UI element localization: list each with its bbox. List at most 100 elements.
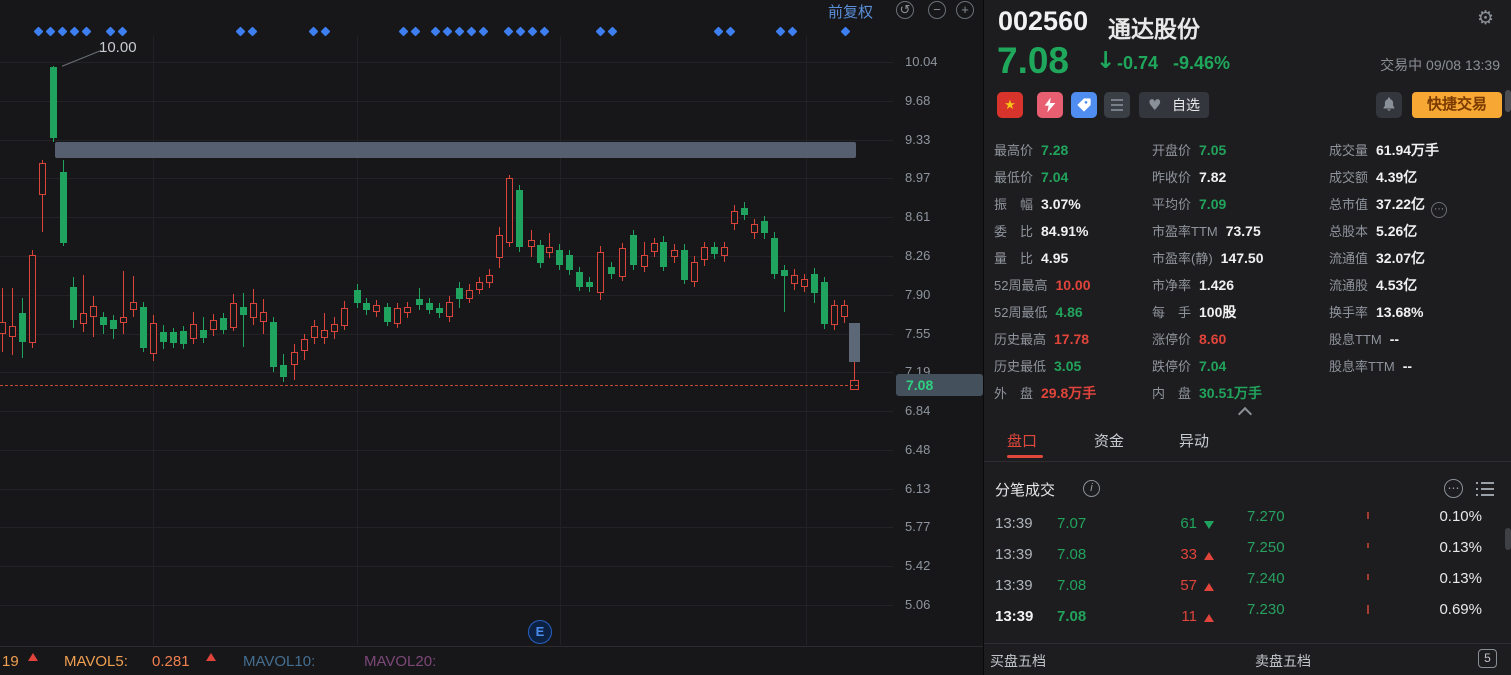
zoom-in-icon[interactable]: + xyxy=(956,1,974,19)
stat-label: 历史最低 xyxy=(994,359,1047,374)
event-marker-icon[interactable] xyxy=(515,26,526,37)
event-marker-icon[interactable] xyxy=(398,26,409,37)
event-marker-icon[interactable] xyxy=(840,26,851,37)
candle-body xyxy=(618,248,626,277)
trade-price: 7.07 xyxy=(1057,515,1087,532)
candle-body xyxy=(372,305,380,312)
event-marker-icon[interactable] xyxy=(430,26,441,37)
sell-five-levels-label[interactable]: 卖盘五档 xyxy=(1255,651,1311,671)
candle-body xyxy=(189,323,197,339)
stat-涨停价: 涨停价 8.60 xyxy=(1152,329,1226,353)
level-percent: 0.13% xyxy=(1439,539,1482,556)
event-marker-icon[interactable] xyxy=(320,26,331,37)
undo-icon[interactable]: ↺ xyxy=(896,1,914,19)
scrollbar-thumb[interactable] xyxy=(1505,528,1511,550)
gear-icon[interactable]: ⚙ xyxy=(1477,8,1497,28)
mavol10-label[interactable]: MAVOL10: xyxy=(243,653,315,670)
candle-wick xyxy=(549,233,550,259)
event-marker-icon[interactable] xyxy=(81,26,92,37)
candlestick-plot[interactable] xyxy=(0,0,893,645)
event-e-icon[interactable]: E xyxy=(528,620,552,644)
stat-label: 最高价 xyxy=(994,143,1034,158)
stat-value: 17.78 xyxy=(1054,331,1090,347)
watchlist-label: 自选 xyxy=(1172,97,1200,113)
trade-volume: 11 xyxy=(1181,608,1197,625)
tab-异动[interactable]: 异动 xyxy=(1179,430,1209,451)
stat-label: 最低价 xyxy=(994,170,1034,185)
event-marker-icon[interactable] xyxy=(454,26,465,37)
alert-bell-icon[interactable] xyxy=(1376,92,1402,118)
event-marker-icon[interactable] xyxy=(775,26,786,37)
event-marker-icon[interactable] xyxy=(442,26,453,37)
info-icon[interactable]: i xyxy=(1083,480,1100,497)
event-marker-icon[interactable] xyxy=(466,26,477,37)
kline-chart-region[interactable]: 10.00 10.04 9.68 9.33 8.97 8.61 8.26 7.90 7.55 7… xyxy=(0,0,983,675)
tag-icon[interactable] xyxy=(1071,92,1097,118)
tape-row[interactable]: 13:39 7.07 61 7.270 0.10% xyxy=(984,508,1511,541)
adjust-mode-label[interactable]: 前复权 xyxy=(828,1,873,22)
mavol5-label[interactable]: MAVOL5: xyxy=(64,653,128,670)
event-marker-icon[interactable] xyxy=(713,26,724,37)
stat-value: -- xyxy=(1402,358,1413,374)
level-volume-bar xyxy=(1367,574,1369,580)
stat-value: 73.75 xyxy=(1225,223,1261,239)
candle-body xyxy=(79,312,87,324)
collapse-chevron-icon[interactable] xyxy=(1240,407,1250,417)
event-marker-icon[interactable] xyxy=(527,26,538,37)
stat-总股本: 总股本 5.26亿 xyxy=(1329,221,1417,245)
flash-icon[interactable] xyxy=(1037,92,1063,118)
event-marker-icon[interactable] xyxy=(478,26,489,37)
stat-label: 总股本 xyxy=(1329,224,1369,239)
archive-icon[interactable] xyxy=(1104,92,1130,118)
up-triangle-icon xyxy=(28,653,38,661)
tab-盘口[interactable]: 盘口 xyxy=(1007,430,1037,451)
stat-label: 历史最高 xyxy=(994,332,1047,347)
event-marker-icon[interactable] xyxy=(595,26,606,37)
candle-body xyxy=(89,306,97,318)
event-marker-icon[interactable] xyxy=(539,26,550,37)
price-axis-label: 7.90 xyxy=(905,286,931,302)
mavol20-label[interactable]: MAVOL20: xyxy=(364,653,436,670)
five-level-badge[interactable]: 5 xyxy=(1478,649,1497,668)
add-watchlist-button[interactable]: ♥ 自选 xyxy=(1139,92,1209,118)
event-marker-icon[interactable] xyxy=(69,26,80,37)
event-marker-icon[interactable] xyxy=(725,26,736,37)
tab-资金[interactable]: 资金 xyxy=(1094,430,1124,451)
stat-value: 29.8万手 xyxy=(1041,385,1097,401)
event-marker-icon[interactable] xyxy=(308,26,319,37)
price-axis-label: 8.61 xyxy=(905,209,931,225)
tape-row[interactable]: 13:39 7.08 57 7.240 0.13% xyxy=(984,570,1511,603)
candle-body xyxy=(362,303,370,310)
quick-trade-button[interactable]: 快捷交易 xyxy=(1412,92,1502,118)
event-marker-icon[interactable] xyxy=(607,26,618,37)
zoom-out-icon[interactable]: − xyxy=(928,1,946,19)
event-marker-icon[interactable] xyxy=(33,26,44,37)
trade-price: 7.08 xyxy=(1057,546,1087,563)
buy-five-levels-label[interactable]: 买盘五档 xyxy=(990,651,1046,671)
level-percent: 0.69% xyxy=(1439,601,1482,618)
more-detail-icon[interactable]: ⋯ xyxy=(1431,202,1448,218)
more-options-icon[interactable]: ⋯ xyxy=(1444,479,1463,498)
candle-wick xyxy=(2,287,3,353)
candle-body xyxy=(680,249,688,281)
event-marker-icon[interactable] xyxy=(787,26,798,37)
stat-开盘价: 开盘价 7.05 xyxy=(1152,140,1226,164)
event-marker-icon[interactable] xyxy=(57,26,68,37)
stat-历史最高: 历史最高 17.78 xyxy=(994,329,1089,353)
event-marker-icon[interactable] xyxy=(503,26,514,37)
event-marker-icon[interactable] xyxy=(105,26,116,37)
candle-body xyxy=(129,301,137,310)
price-axis-label: 5.06 xyxy=(905,597,931,613)
event-marker-icon[interactable] xyxy=(117,26,128,37)
event-marker-icon[interactable] xyxy=(235,26,246,37)
event-marker-icon[interactable] xyxy=(247,26,258,37)
event-marker-icon[interactable] xyxy=(410,26,421,37)
scrollbar-thumb[interactable] xyxy=(1505,90,1511,112)
price-axis-label: 9.33 xyxy=(905,131,931,147)
list-view-icon[interactable] xyxy=(1476,481,1494,497)
tape-row[interactable]: 13:39 7.08 11 7.230 0.69% xyxy=(984,601,1511,634)
tape-row[interactable]: 13:39 7.08 33 7.250 0.13% xyxy=(984,539,1511,572)
event-marker-icon[interactable] xyxy=(45,26,56,37)
trade-time: 13:39 xyxy=(995,608,1034,625)
price-gridline xyxy=(0,100,893,102)
